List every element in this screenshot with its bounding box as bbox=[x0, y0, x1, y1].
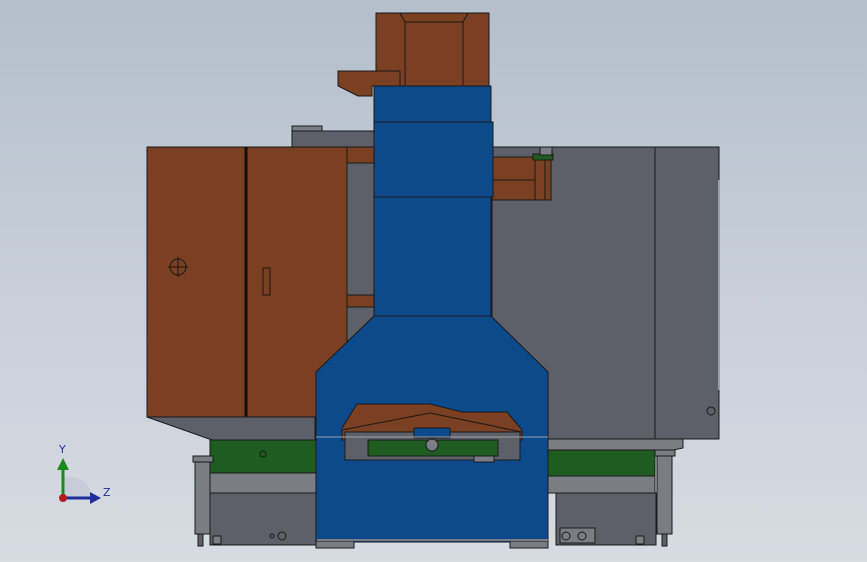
blue-foot-left bbox=[315, 540, 355, 549]
right-lower-plate bbox=[547, 475, 656, 494]
machine-drawing bbox=[57, 12, 720, 549]
top-hopper-inner bbox=[404, 21, 464, 87]
cad-viewport[interactable]: Y Z bbox=[0, 0, 867, 562]
z-axis-label: Z bbox=[103, 486, 111, 499]
blue-foot-right bbox=[509, 540, 549, 549]
left-base-box bbox=[209, 492, 318, 546]
left-lower-plate bbox=[209, 472, 318, 494]
cabinet-handle bbox=[262, 267, 271, 296]
right-leg bbox=[656, 455, 673, 535]
x-axis-dot bbox=[59, 494, 67, 502]
axis-triad bbox=[57, 458, 101, 504]
blue-column-upper bbox=[373, 121, 494, 198]
left-lower-slope bbox=[146, 416, 316, 441]
z-axis-arrow bbox=[90, 492, 101, 504]
y-axis-label: Y bbox=[59, 443, 66, 456]
right-green-band bbox=[547, 449, 656, 477]
y-axis-arrow bbox=[57, 458, 69, 470]
right-housing-side bbox=[654, 146, 720, 440]
axis-quadrant-shape bbox=[63, 476, 92, 498]
left-leg bbox=[194, 461, 211, 535]
blue-column-top bbox=[373, 85, 492, 123]
blue-column-middle bbox=[373, 196, 492, 317]
